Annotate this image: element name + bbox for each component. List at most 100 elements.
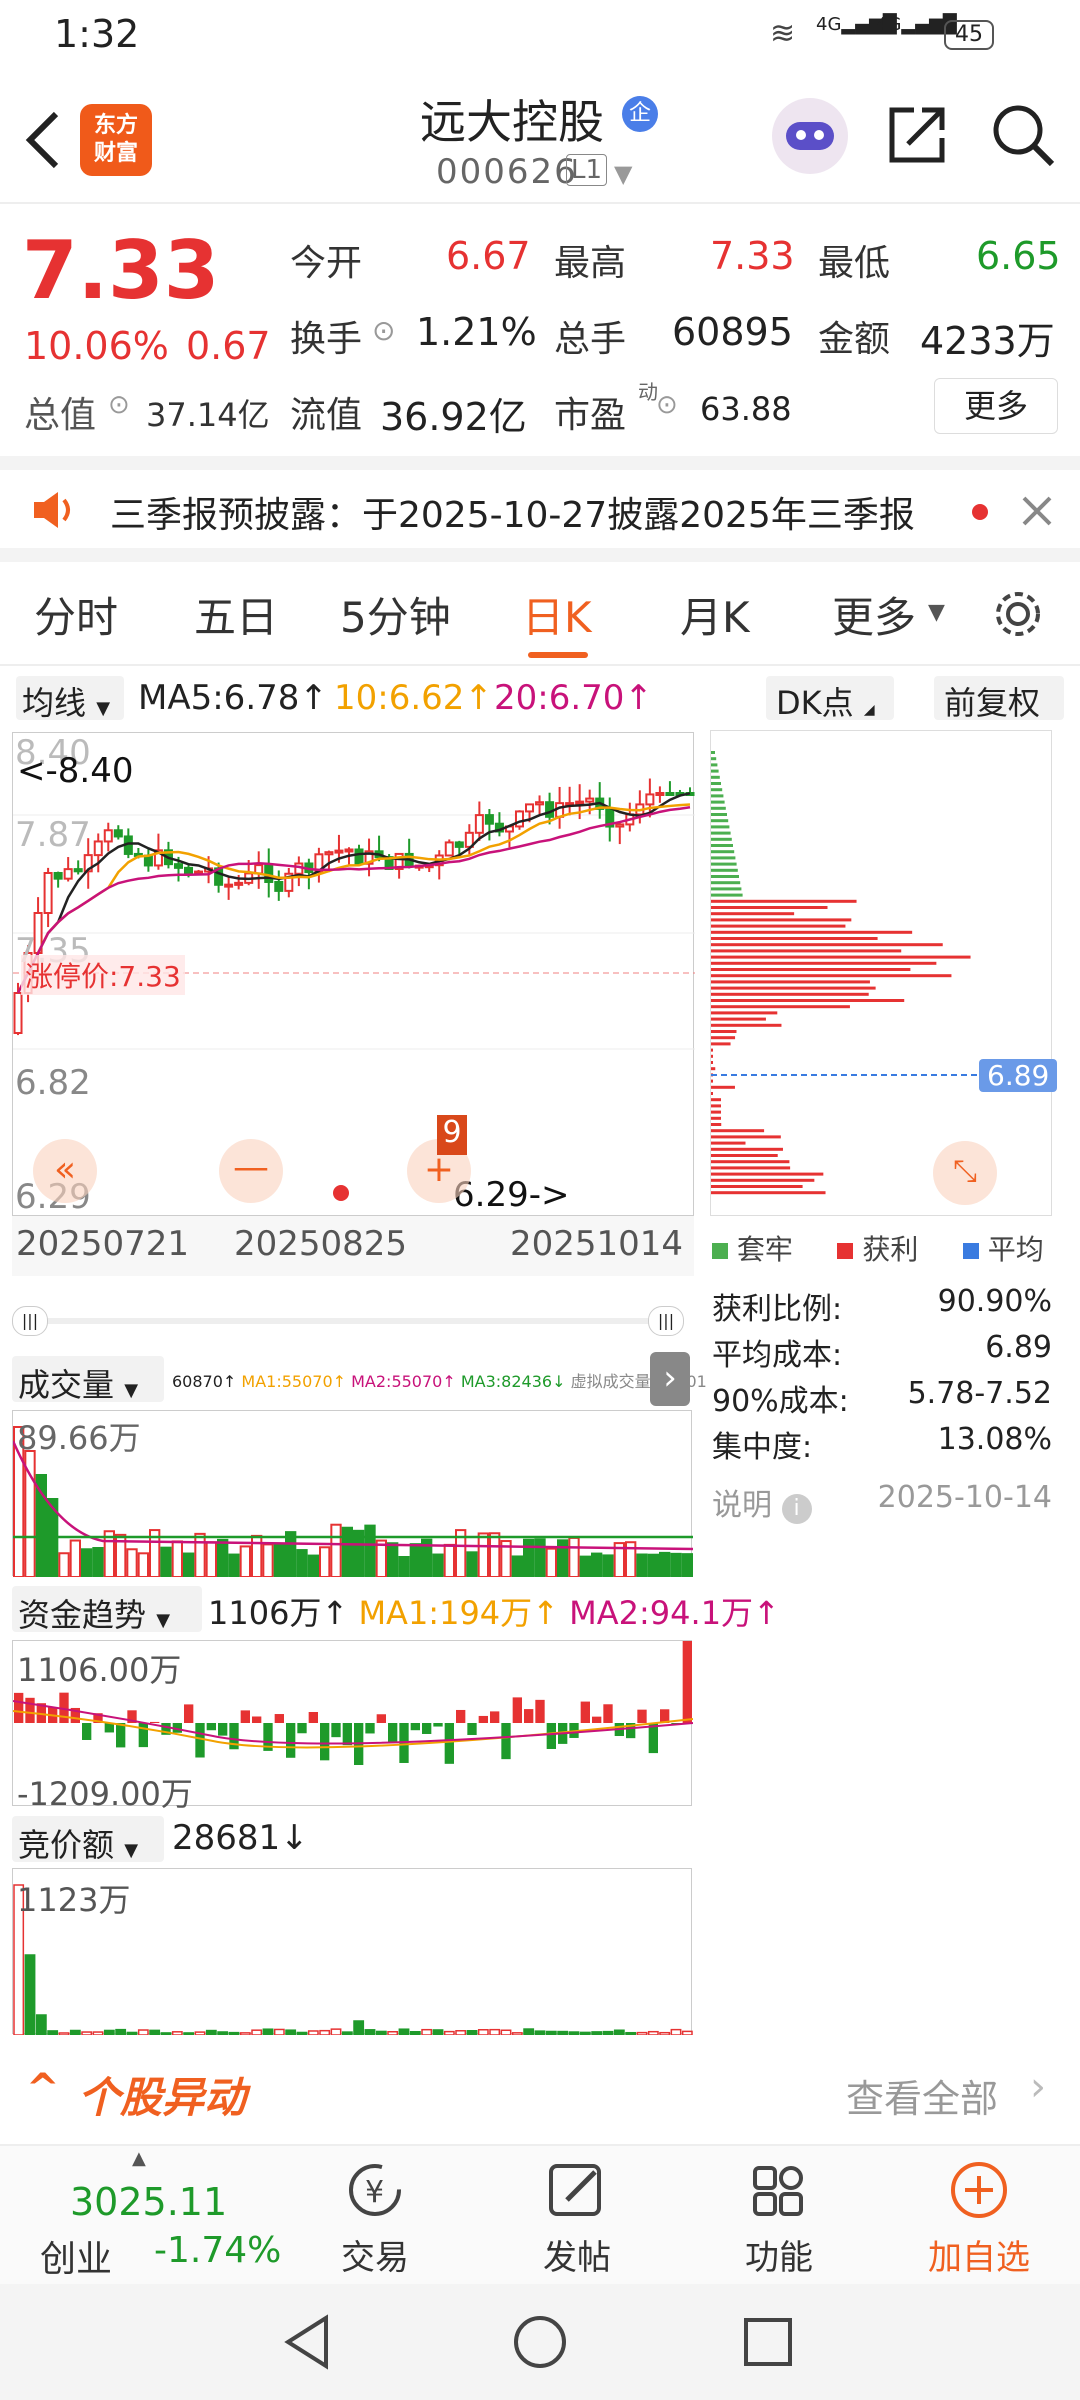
tab-daily-k[interactable]: 日K	[522, 584, 592, 645]
date-label-1: 20250721	[16, 1224, 190, 1264]
float-value: 36.92亿	[380, 395, 527, 439]
low-label: 最低	[818, 243, 891, 284]
min-price-mark: 6.29->	[453, 1175, 570, 1215]
chips-legend: 套牢 获利 平均	[712, 1228, 1072, 1268]
fund-chart[interactable]: 1106.00万 -1209.00万	[12, 1640, 693, 1813]
trade-yen-icon: ¥	[349, 2164, 401, 2216]
quote-panel: 7.33 10.06% 0.67 今开 6.67 最高 7.33 最低 6.65…	[0, 206, 1080, 456]
volume-label: 总手	[554, 319, 627, 360]
mcap-label: 总值	[24, 395, 97, 436]
date-label-3: 20251014	[510, 1224, 684, 1264]
fund-selector[interactable]: 资金趋势 ▼	[12, 1586, 202, 1634]
settings-gear-icon[interactable]	[990, 586, 1046, 642]
back-arrow-icon[interactable]	[22, 110, 62, 170]
info-dots-icon[interactable]: ⊙	[372, 314, 395, 347]
expand-right-icon[interactable]: ›	[650, 1352, 690, 1406]
note-label: 说明	[712, 1488, 772, 1523]
grid-icon	[753, 2166, 803, 2216]
robot-assistant-icon[interactable]	[772, 98, 848, 174]
dk-point-button[interactable]: DK点 ◢	[766, 676, 894, 722]
info-dots-icon-2[interactable]: ⊙	[108, 390, 130, 420]
change-pct: 10.06%	[24, 324, 169, 368]
auction-header: 竞价额 ▼ 28681↓	[12, 1812, 692, 1868]
pe-sup: 动	[638, 380, 658, 404]
period-tabs: 分时 五日 5分钟 日K 月K 更多 ▼	[0, 562, 1080, 666]
signal-marker-9[interactable]: 9	[437, 1115, 467, 1155]
movement-title: 个股异动	[78, 2073, 247, 2122]
index-change: -1.74%	[154, 2230, 282, 2271]
nav-back-icon[interactable]	[282, 2314, 332, 2370]
auction-y-top: 1123万	[17, 1881, 131, 1919]
adjust-button[interactable]: 前复权	[934, 676, 1064, 722]
status-bar: 1:32 ≋ 4G▂▄▆█ 4G▂▄▆█ 45	[0, 0, 1080, 72]
view-all-link[interactable]: 查看全部	[846, 2068, 998, 2123]
zoom-out-icon[interactable]: —	[219, 1139, 283, 1203]
share-icon[interactable]	[884, 102, 950, 168]
unread-dot	[972, 504, 988, 520]
pe-value: 63.88	[700, 390, 792, 428]
trade-button[interactable]: ¥ 交易	[300, 2160, 450, 2279]
app-logo[interactable]: 东方 财富	[80, 104, 152, 176]
fund-stats: 1106万↑ MA1:194万↑ MA2:94.1万↑	[208, 1594, 780, 1632]
search-icon[interactable]	[988, 100, 1058, 170]
tab-five-day[interactable]: 五日	[194, 584, 278, 645]
caret-down-icon-2[interactable]: ▼	[928, 600, 945, 625]
max-price-mark: <-8.40	[17, 751, 134, 791]
y-axis-2: 7.87	[15, 815, 91, 855]
float-label: 流值	[290, 395, 363, 436]
stock-name: 远大控股	[420, 95, 604, 149]
mcap-value: 37.14亿	[146, 396, 270, 434]
volume-selector[interactable]: 成交量 ▼	[12, 1356, 164, 1404]
trade-label: 交易	[341, 2238, 409, 2278]
date-axis: 20250721 20250825 20251014	[12, 1216, 694, 1276]
caret-down-icon[interactable]: ▼	[614, 160, 632, 188]
chevron-up-icon: ^	[26, 2066, 60, 2112]
info-icon[interactable]: i	[781, 1494, 812, 1524]
tab-5min[interactable]: 5分钟	[340, 584, 451, 645]
index-ticker[interactable]: ▲ 3025.11 创业 -1.74%	[0, 2146, 282, 2286]
chip-bars	[711, 751, 979, 1195]
tab-more[interactable]: 更多	[832, 584, 916, 645]
ma5-value: MA5:6.78↑	[138, 678, 328, 718]
range-slider[interactable]: ||| |||	[12, 1306, 684, 1336]
kline-chart[interactable]: 8.40 7.87 7.35 6.82 6.29 <-8.40 6.29-> 涨…	[12, 732, 695, 1217]
stock-code: 000626	[436, 152, 578, 192]
close-icon[interactable]	[1020, 494, 1054, 528]
level-badge[interactable]: L1	[566, 154, 608, 186]
auction-selector[interactable]: 竞价额 ▼	[12, 1816, 164, 1864]
turnover-value: 1.21%	[416, 310, 537, 354]
ma-selector[interactable]: 均线 ▼	[16, 676, 124, 722]
tab-intraday[interactable]: 分时	[34, 584, 118, 645]
last-price: 7.33	[22, 224, 220, 317]
chevron-right-icon: ›	[1030, 2064, 1046, 2110]
slider-left-handle[interactable]: |||	[12, 1306, 48, 1336]
index-name: 创业	[40, 2239, 113, 2280]
add-watchlist-button[interactable]: 加自选	[904, 2160, 1054, 2279]
caret-up-icon: ▲	[132, 2148, 146, 2169]
features-button[interactable]: 功能	[704, 2160, 854, 2279]
nav-recents-icon[interactable]	[742, 2316, 794, 2368]
scroll-left-icon[interactable]: «	[33, 1139, 97, 1203]
chip-distribution-chart[interactable]: 6.89 ⤡	[710, 730, 1058, 1216]
nav-home-icon[interactable]	[512, 2314, 568, 2370]
auction-value: 28681↓	[172, 1818, 309, 1858]
tab-monthly-k[interactable]: 月K	[680, 584, 750, 645]
bottom-toolbar: ▲ 3025.11 创业 -1.74% ¥ 交易 发帖 功能 加自选	[0, 2144, 1080, 2284]
volume-chart[interactable]: 89.66万	[12, 1410, 693, 1577]
volume-header: 成交量 ▼ 60870↑ MA1:55070↑ MA2:55070↑ MA3:8…	[12, 1352, 707, 1408]
info-dots-icon-3[interactable]: ⊙	[656, 390, 678, 420]
expand-icon[interactable]: ⤡	[933, 1141, 997, 1205]
post-button[interactable]: 发帖	[502, 2160, 652, 2279]
notice-bar[interactable]: 三季报预披露：于2025-10-27披露2025年三季报	[0, 456, 1080, 562]
volume-y-top: 89.66万	[17, 1419, 141, 1457]
speaker-icon	[34, 492, 70, 528]
turnover-label: 换手	[290, 319, 363, 360]
slider-right-handle[interactable]: |||	[648, 1306, 684, 1336]
system-nav-bar	[0, 2284, 1080, 2400]
more-quote-button[interactable]: 更多	[934, 378, 1058, 434]
stock-movement-row[interactable]: ^ 个股异动 查看全部 ›	[0, 2050, 1080, 2140]
edit-icon	[549, 2164, 601, 2216]
notice-text: 三季报预披露：于2025-10-27披露2025年三季报	[110, 495, 915, 536]
add-watchlist-label: 加自选	[928, 2238, 1030, 2278]
auction-chart[interactable]: 1123万	[12, 1868, 693, 2035]
